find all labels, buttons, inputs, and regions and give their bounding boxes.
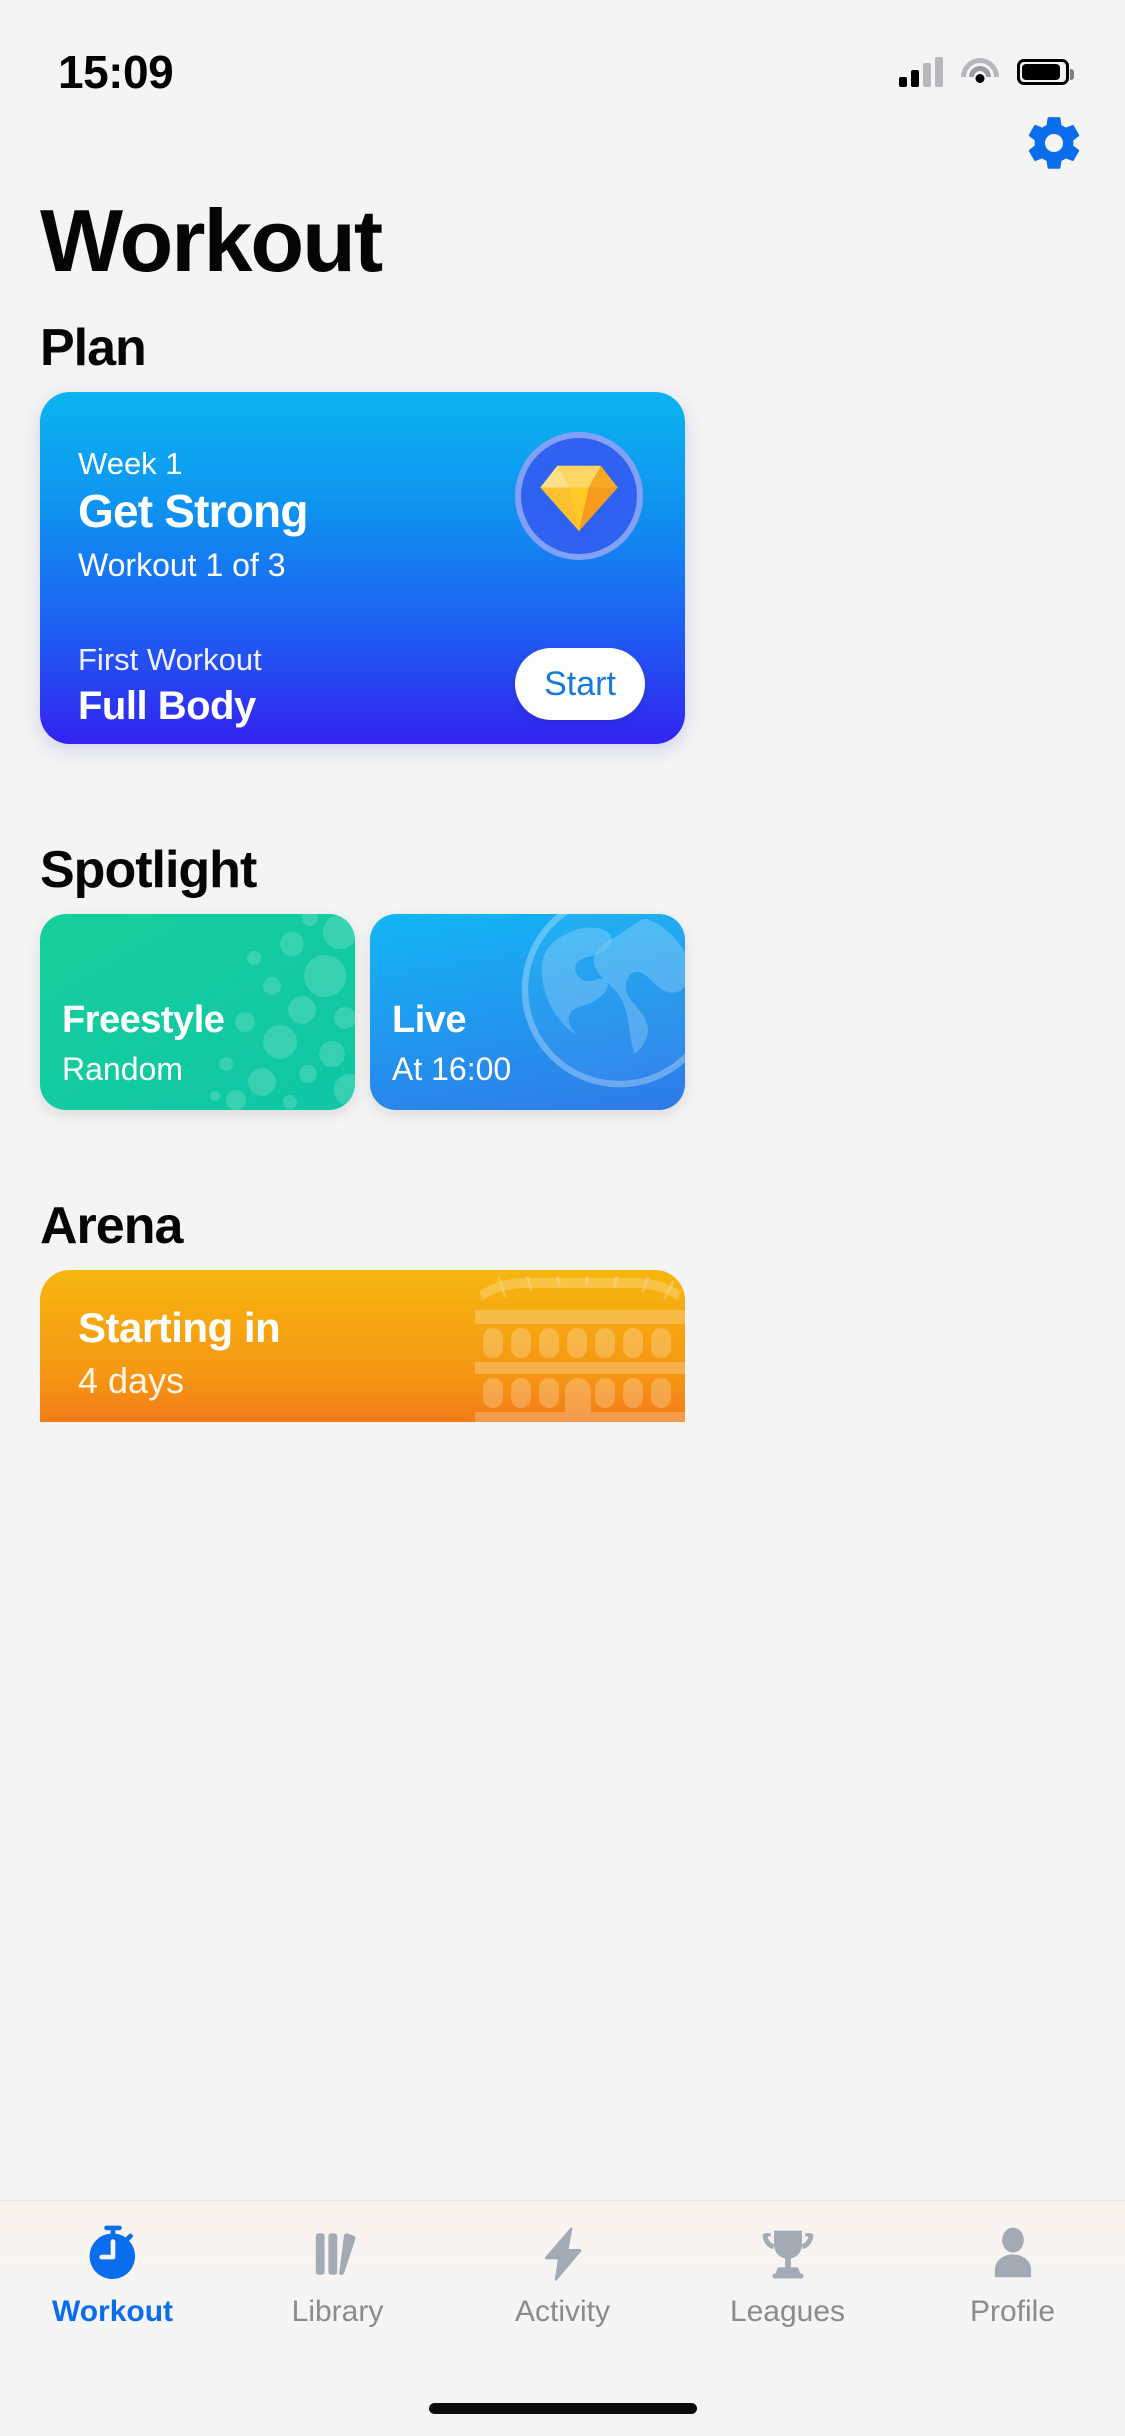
books-icon[interactable] — [307, 2223, 369, 2285]
main-scroll-area: Workout Plan Week 1 Get Strong Workout 1… — [0, 0, 1125, 2220]
lightning-bolt-icon[interactable] — [532, 2223, 594, 2285]
tab-label: Library — [291, 2295, 384, 2328]
plan-next-name: Full Body — [78, 684, 256, 728]
plan-name: Get Strong — [78, 485, 308, 537]
section-heading-spotlight: Spotlight — [40, 841, 257, 899]
section-heading-plan: Plan — [40, 319, 147, 377]
arena-title: Starting in — [78, 1304, 281, 1351]
bottom-tab-bar: Workout Library Activity Leagues Profile — [0, 2200, 1125, 2436]
section-heading-arena: Arena — [40, 1197, 183, 1255]
plan-card[interactable]: Week 1 Get Strong Workout 1 of 3 First W… — [40, 392, 685, 744]
gear-icon[interactable] — [1023, 112, 1085, 174]
page-title: Workout — [40, 191, 383, 290]
plan-progress-label: Workout 1 of 3 — [78, 547, 286, 583]
colosseum-icon — [475, 1276, 685, 1422]
tab-label: Leagues — [729, 2295, 846, 2328]
arena-card[interactable]: Starting in 4 days — [40, 1270, 685, 1422]
plan-badge — [515, 432, 643, 560]
spotlight-subtitle: Random — [62, 1051, 183, 1087]
spotlight-card-live[interactable]: Live At 16:00 — [370, 914, 685, 1110]
trophy-icon[interactable] — [757, 2223, 819, 2285]
tab-leagues[interactable]: Leagues — [688, 2223, 888, 2329]
tab-library[interactable]: Library — [238, 2223, 438, 2329]
tab-label: Workout — [51, 2295, 174, 2328]
spotlight-card-freestyle[interactable]: Freestyle Random — [40, 914, 355, 1110]
tab-label: Profile — [969, 2295, 1056, 2328]
home-indicator[interactable] — [428, 2403, 697, 2414]
tab-workout[interactable]: Workout — [13, 2223, 213, 2329]
tab-label: Activity — [514, 2295, 610, 2328]
stopwatch-icon[interactable] — [82, 2223, 144, 2285]
spotlight-title: Freestyle — [62, 999, 225, 1041]
plan-week-label: Week 1 — [78, 446, 183, 481]
tab-profile[interactable]: Profile — [913, 2223, 1113, 2329]
globe-icon — [521, 914, 685, 1088]
spotlight-subtitle: At 16:00 — [392, 1051, 512, 1087]
settings-button[interactable] — [1023, 112, 1085, 174]
spotlight-title: Live — [392, 999, 467, 1041]
tab-activity[interactable]: Activity — [463, 2223, 663, 2329]
start-button[interactable]: Start — [515, 648, 645, 720]
plan-next-label: First Workout — [78, 642, 262, 677]
diamond-gem-icon — [540, 465, 618, 531]
person-icon[interactable] — [982, 2223, 1044, 2285]
arena-subtitle: 4 days — [78, 1360, 185, 1401]
